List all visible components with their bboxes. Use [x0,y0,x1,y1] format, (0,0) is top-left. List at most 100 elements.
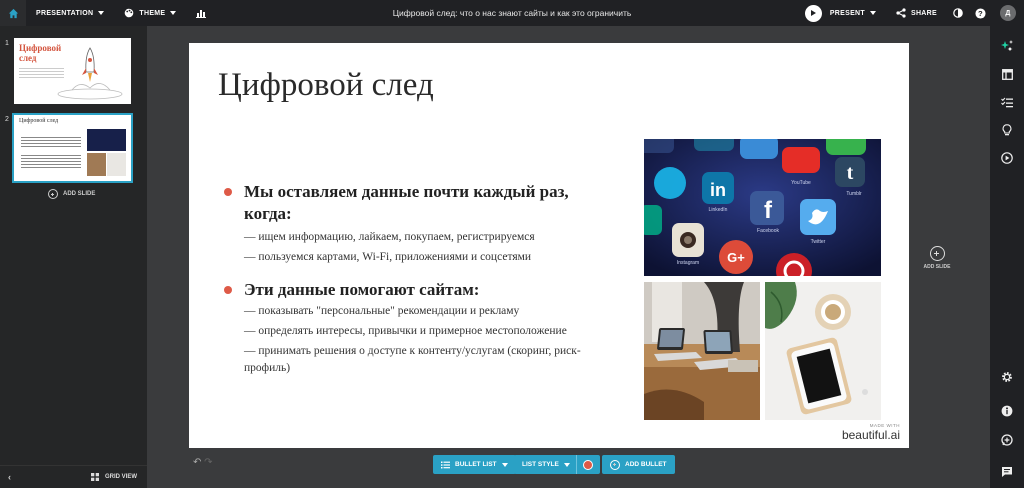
thumbnail-text-lines [21,135,81,149]
slide-thumbnail-1[interactable]: Цифровой след [14,38,131,104]
bullet-subitem[interactable]: — пользуемся картами, Wi-Fi, приложениям… [224,247,614,267]
bullet-subitem[interactable]: — ищем информацию, лайкаем, покупаем, ре… [224,227,614,247]
tablet-coffee-photo[interactable] [765,282,881,420]
grid-view-bar: ‹ GRID VIEW [0,465,147,488]
add-circle-icon [48,189,58,199]
play-button[interactable] [804,4,822,22]
add-slide-button[interactable]: ADD SLIDE [48,189,95,199]
comments-add-button[interactable] [999,432,1015,448]
ideas-button[interactable] [999,122,1015,138]
settings-button[interactable] [999,369,1015,385]
thumbnail-text-lines [21,153,81,169]
grid-view-label: GRID VIEW [105,474,138,480]
list-style-group: LIST STYLE [514,455,600,474]
social-media-photo[interactable]: t in f G+ LinkedIn Facebook Twitter Tumb… [644,139,881,276]
svg-text:G+: G+ [727,250,745,265]
chevron-down-icon [869,11,876,15]
checklist-button[interactable] [999,94,1015,110]
bullet-list-button[interactable]: BULLET LIST [433,455,516,474]
slide-number: 1 [5,40,9,47]
svg-text:in: in [710,180,726,200]
add-slide-after-button[interactable]: ADD SLIDE [922,246,952,270]
home-button[interactable] [0,0,26,26]
bullet-heading[interactable]: Эти данные помогают сайтам: [224,279,614,301]
help-button[interactable]: ? [969,0,992,26]
redo-icon[interactable]: ↷ [204,457,212,468]
bullet-list[interactable]: Мы оставляем данные почти каждый раз, ко… [224,181,614,377]
svg-text:?: ? [978,9,983,18]
svg-text:LinkedIn: LinkedIn [709,207,728,213]
dark-mode-toggle[interactable] [947,0,969,26]
contrast-icon [953,8,963,18]
theme-menu[interactable]: THEME [114,0,186,26]
thumbnail-image [87,129,126,151]
grid-view-button[interactable]: GRID VIEW [91,473,137,481]
svg-text:YouTube: YouTube [791,180,811,186]
add-slide-label: ADD SLIDE [63,191,96,197]
list-style-button[interactable]: LIST STYLE [514,455,576,474]
svg-text:Twitter: Twitter [811,239,826,245]
thumbnail-image [87,153,106,176]
list-icon [441,461,450,468]
made-with-badge[interactable]: MADE WITH beautiful.ai [842,423,900,442]
svg-text:Facebook: Facebook [757,228,779,234]
present-label: PRESENT [829,9,865,17]
bullet-color-button[interactable] [575,455,600,474]
accessibility-icon [1001,405,1013,417]
color-swatch [583,459,594,470]
bullet-subitem[interactable]: — показывать "персональные" рекомендации… [224,301,614,321]
rocket-illustration [57,47,123,100]
chevron-down-icon [563,462,570,467]
svg-text:Tumblr: Tumblr [846,191,862,197]
laptops-illustration [644,282,760,420]
accessibility-button[interactable] [999,403,1015,419]
bullet-subitem[interactable]: — принимать решения о доступе к контенту… [224,343,614,377]
lightbulb-icon [1002,124,1012,136]
thumbnail-image [107,153,126,176]
presentation-menu[interactable]: PRESENTATION [26,0,114,26]
slide-canvas[interactable]: Цифровой след Мы оставляем данные почти … [189,43,909,448]
bullet-subitem[interactable]: — определять интересы, привычки и пример… [224,321,614,341]
add-comment-icon [1001,434,1013,446]
add-bullet-button[interactable]: ADD BULLET [602,455,675,474]
svg-text:Instagram: Instagram [677,260,699,266]
presentation-menu-label: PRESENTATION [36,9,94,17]
svg-text:t: t [847,162,854,184]
add-bullet-label: ADD BULLET [625,461,667,468]
comments-button[interactable] [999,464,1015,480]
analytics-button[interactable] [186,0,216,26]
sparkle-add-icon [1001,40,1013,51]
undo-icon[interactable]: ↶ [193,457,201,468]
top-bar: PRESENTATION THEME Цифровой след: что о … [0,0,1024,26]
avatar[interactable]: Д [1000,5,1016,21]
social-app-icons: t in f G+ LinkedIn Facebook Twitter Tumb… [644,139,881,276]
thumbnail-title: Цифровой след [19,118,59,124]
home-icon [8,8,18,18]
present-button[interactable]: PRESENT [828,0,886,26]
share-button[interactable]: SHARE [886,0,947,26]
chevron-down-icon [98,11,105,15]
chevron-down-icon [170,11,177,15]
slide-thumbnail-2[interactable]: Цифровой след [12,113,133,183]
palette-icon [125,8,134,18]
slide-list-panel: 1 Цифровой след 2 Цифровой след ADD SLID… [0,26,147,488]
brand-logo: beautiful.ai [841,428,900,442]
layout-icon [1001,68,1013,80]
svg-text:f: f [764,197,773,224]
list-style-label: LIST STYLE [522,461,559,468]
slide-number: 2 [5,116,9,123]
share-label: SHARE [910,9,937,17]
add-slide-after-label: ADD SLIDE [923,264,951,270]
comment-icon [1002,467,1012,477]
animation-button[interactable] [999,150,1015,166]
collapse-chevron-icon[interactable]: ‹ [8,472,11,482]
slide-title[interactable]: Цифровой след [218,67,434,104]
bar-chart-icon [196,10,207,18]
right-tool-rail [990,26,1024,488]
laptops-meeting-photo[interactable] [644,282,760,420]
tablet-illustration [765,282,881,420]
layout-button[interactable] [999,66,1015,82]
bullet-heading[interactable]: Мы оставляем данные почти каждый раз, ко… [224,181,614,225]
add-element-button[interactable] [999,38,1015,54]
theme-menu-label: THEME [139,9,166,17]
